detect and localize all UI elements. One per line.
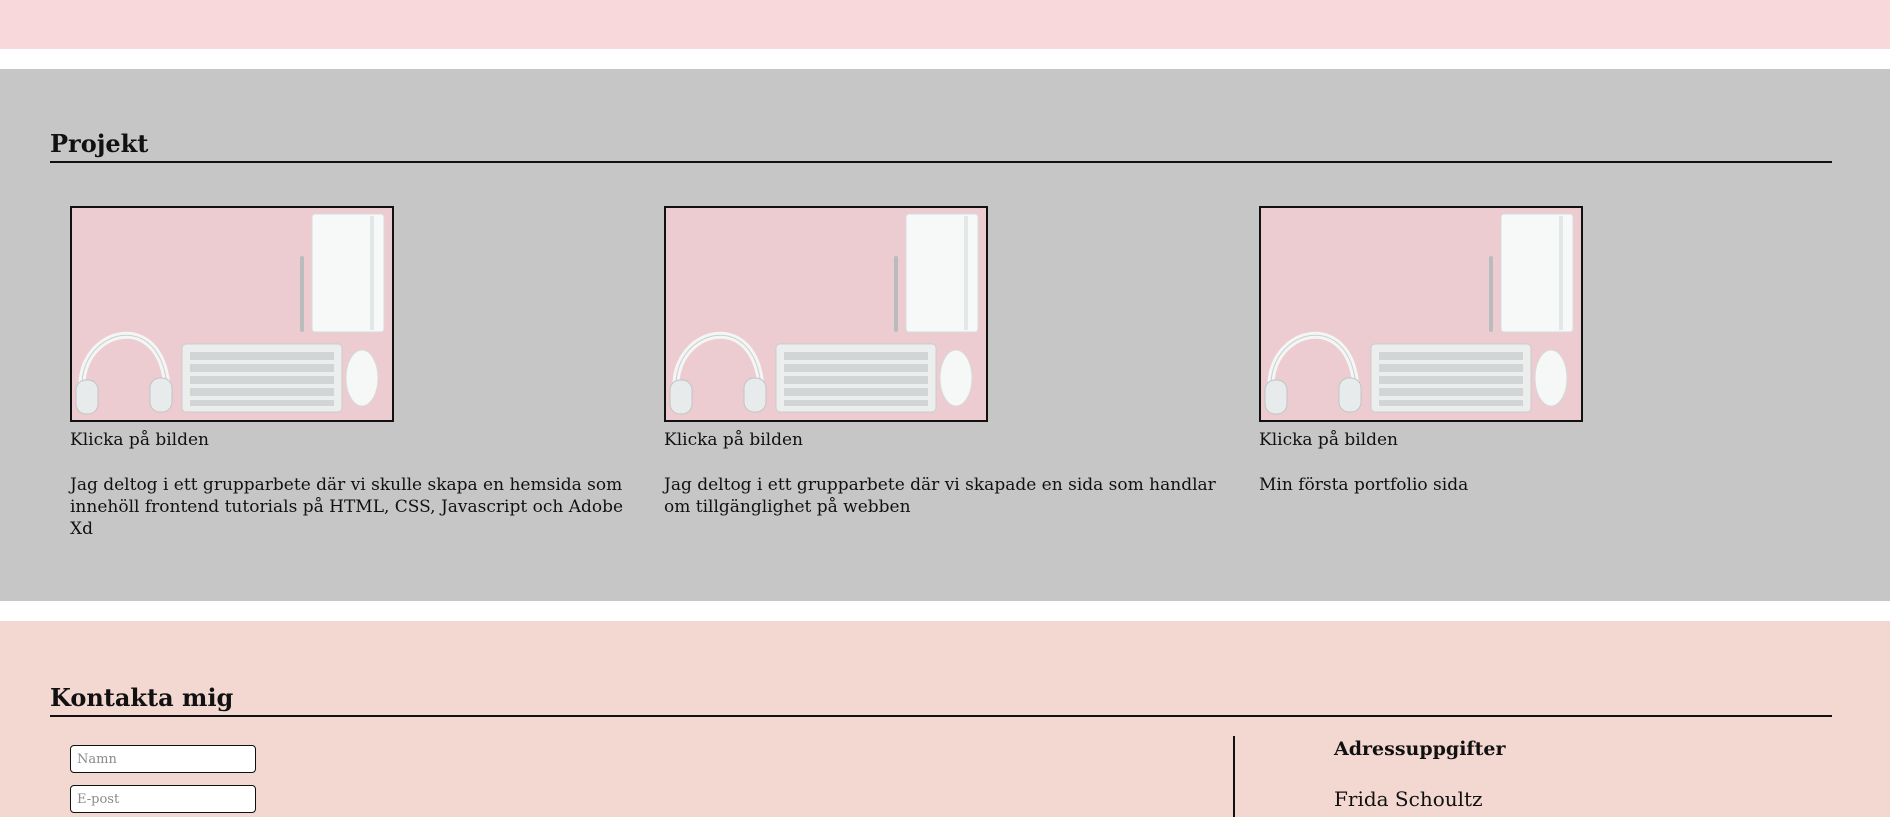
email-field[interactable]	[70, 785, 256, 813]
desk-setup-image	[666, 208, 986, 420]
project-image-link[interactable]	[664, 206, 988, 422]
project-description: Jag deltog i ett grupparbete där vi skap…	[664, 475, 1216, 517]
projects-title: Projekt	[50, 129, 1832, 163]
contact-section: Kontakta mig Adressuppgifter Frida Schou…	[0, 621, 1890, 817]
project-link-label[interactable]: Klicka på bilden	[664, 429, 1224, 451]
desk-setup-image	[1261, 208, 1581, 420]
project-card: Klicka på bilden Jag deltog i ett gruppa…	[70, 206, 630, 540]
vertical-divider	[1233, 736, 1235, 817]
address-name: Frida Schoultz	[1334, 787, 1483, 811]
project-card: Klicka på bilden Jag deltog i ett gruppa…	[664, 206, 1224, 518]
name-field[interactable]	[70, 745, 256, 773]
project-image-link[interactable]	[1259, 206, 1583, 422]
desk-setup-image	[72, 208, 392, 420]
contact-title: Kontakta mig	[50, 683, 1832, 717]
projects-section: Projekt Klicka på bilden Jag deltog i et…	[0, 69, 1890, 601]
project-description: Jag deltog i ett grupparbete där vi skul…	[70, 475, 624, 539]
project-link-label[interactable]: Klicka på bilden	[70, 429, 630, 451]
top-band	[0, 0, 1890, 49]
project-image-link[interactable]	[70, 206, 394, 422]
address-heading: Adressuppgifter	[1334, 738, 1506, 760]
project-card: Klicka på bilden Min första portfolio si…	[1259, 206, 1819, 496]
project-description: Min första portfolio sida	[1259, 475, 1469, 495]
project-link-label[interactable]: Klicka på bilden	[1259, 429, 1819, 451]
